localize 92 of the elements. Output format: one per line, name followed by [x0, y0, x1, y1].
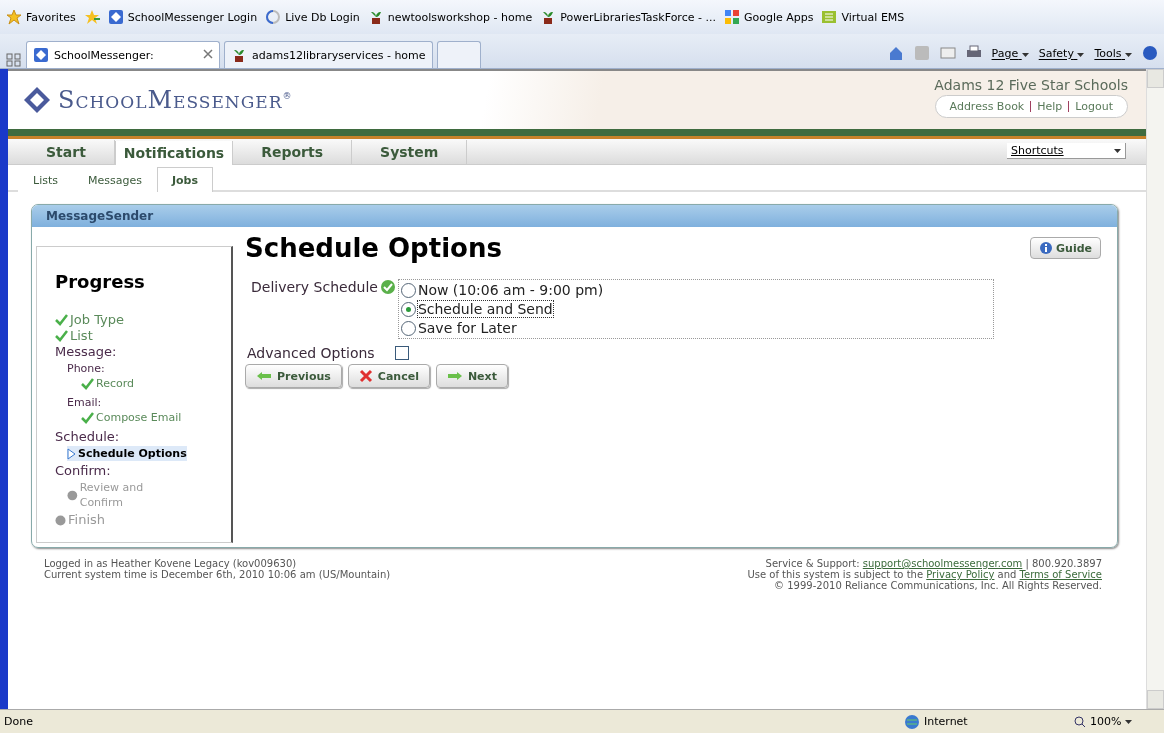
caret-icon: [1021, 52, 1029, 57]
menu-button[interactable]: Safety: [1038, 46, 1085, 60]
circle-icon: [67, 489, 78, 501]
guide-button[interactable]: Guide: [1030, 237, 1101, 259]
check-icon: [55, 314, 68, 326]
progress-step: Schedule:: [55, 429, 120, 445]
footer-text: Use of this system is subject to the Privacy Policy and Terms of Service: [747, 569, 1102, 580]
footer-text: © 1999-2010 Reliance Communications, Inc. All Rights Reserved.: [774, 580, 1102, 591]
arrow-left-icon: [256, 371, 272, 381]
check-icon: [81, 411, 94, 424]
check-circle-icon: [379, 279, 396, 295]
progress-step: Finish: [55, 512, 105, 528]
progress-step: Message:: [55, 344, 117, 360]
separator: [1030, 101, 1032, 112]
action-button[interactable]: Previous: [245, 364, 342, 388]
logo-text: SchoolMessenger$^{®}$: [58, 86, 293, 114]
favorite-link[interactable]: newtoolsworkshop - home: [367, 9, 533, 25]
menu-button[interactable]: Page: [991, 46, 1029, 60]
progress-step: Job Type: [55, 312, 125, 328]
field-label: Advanced Options: [247, 345, 375, 361]
caret-icon: [1125, 52, 1132, 57]
page-heading: Schedule Options: [245, 233, 502, 263]
sub-tab[interactable]: Jobs: [156, 167, 213, 192]
mail-icon: [939, 45, 956, 61]
radio-option[interactable]: Now (10:06 am - 9:00 pm): [400, 282, 604, 298]
shortcuts-dropdown[interactable]: Shortcuts: [1007, 143, 1126, 159]
status-text: Done: [4, 715, 33, 728]
check-icon: [81, 377, 94, 390]
play-icon: [67, 447, 76, 460]
header-link[interactable]: Address Book: [949, 100, 1025, 113]
tab-grid-icon: [6, 52, 22, 68]
site-icon: [33, 47, 49, 63]
arrow-right-icon: [446, 371, 463, 381]
zone-indicator: Internet: [904, 713, 1074, 730]
favorite-link[interactable]: Google Apps: [723, 9, 814, 25]
globe-icon: [904, 713, 920, 730]
star-icon: [6, 9, 22, 25]
grid-icon: [821, 9, 838, 25]
separator: [1068, 101, 1070, 112]
checkbox[interactable]: [394, 346, 409, 360]
progress-step: Confirm:: [55, 463, 111, 479]
header-link[interactable]: Help: [1037, 100, 1063, 113]
progress-step: Email:: [67, 395, 102, 410]
footer-text: Service & Support: support@schoolmessenger.com | 800.920.3897: [765, 558, 1102, 569]
organization-name: Adams 12 Five Star Schools: [934, 77, 1128, 93]
footer-link[interactable]: support@schoolmessenger.com: [862, 558, 1023, 569]
zoom-control[interactable]: 100%: [1074, 715, 1164, 728]
favorite-link[interactable]: PowerLibrariesTaskForce - ...: [540, 9, 716, 25]
radio-option[interactable]: Schedule and Send: [400, 301, 553, 317]
info-icon: [1039, 241, 1054, 255]
check-icon: [55, 330, 68, 342]
field-label: Delivery Schedule: [251, 279, 378, 297]
favorites-button[interactable]: Favorites: [6, 9, 76, 25]
browser-tab[interactable]: SchoolMessenger:: [26, 41, 220, 68]
action-button[interactable]: Cancel: [347, 364, 430, 388]
progress-step: Phone:: [67, 361, 105, 376]
radio-option[interactable]: Save for Later: [400, 320, 517, 336]
add-favorite-icon: [83, 9, 100, 25]
action-button[interactable]: Next: [435, 364, 508, 388]
footer-text: Logged in as Heather Kovene Legacy (kov009630): [44, 558, 297, 569]
nav-tab[interactable]: System: [352, 140, 468, 164]
nav-tab[interactable]: Start: [18, 140, 115, 164]
nav-tab[interactable]: Reports: [233, 140, 353, 164]
footer-link[interactable]: Privacy Policy: [926, 569, 995, 580]
menu-button[interactable]: Tools: [1094, 46, 1132, 60]
caret-icon: [1114, 148, 1121, 153]
nav-tab[interactable]: Notifications: [114, 141, 234, 165]
caret-icon: [1125, 719, 1133, 724]
progress-step: Schedule Options: [67, 446, 187, 461]
favorite-link[interactable]: SchoolMessenger Login: [107, 9, 258, 25]
logo-icon: [22, 85, 52, 115]
favorite-link[interactable]: Live Db Login: [265, 9, 360, 25]
close-icon: [358, 369, 373, 383]
progress-heading: Progress: [55, 271, 146, 292]
footer-text: Current system time is December 6th, 2010 10:06 am (US/Mountain): [44, 569, 391, 580]
footer-link[interactable]: Terms of Service: [1019, 569, 1102, 580]
site-icon: [107, 9, 124, 25]
header-link[interactable]: Logout: [1075, 100, 1113, 113]
progress-step: Review and Confirm: [67, 480, 187, 510]
close-icon: [203, 48, 213, 59]
progress-step: Record: [81, 376, 134, 391]
zoom-icon: [1074, 715, 1086, 728]
browser-tab[interactable]: adams12libraryservices - home: [224, 41, 433, 68]
panel-title: MessageSender: [32, 205, 1117, 227]
caret-icon: [1077, 52, 1085, 57]
progress-step: Compose Email: [81, 410, 182, 425]
home-icon: [887, 45, 904, 61]
apps-icon: [723, 9, 740, 25]
ring-icon: [265, 9, 282, 25]
favorite-link[interactable]: Virtual EMS: [821, 9, 905, 25]
progress-step: List: [55, 328, 93, 344]
circle-icon: [55, 514, 66, 526]
